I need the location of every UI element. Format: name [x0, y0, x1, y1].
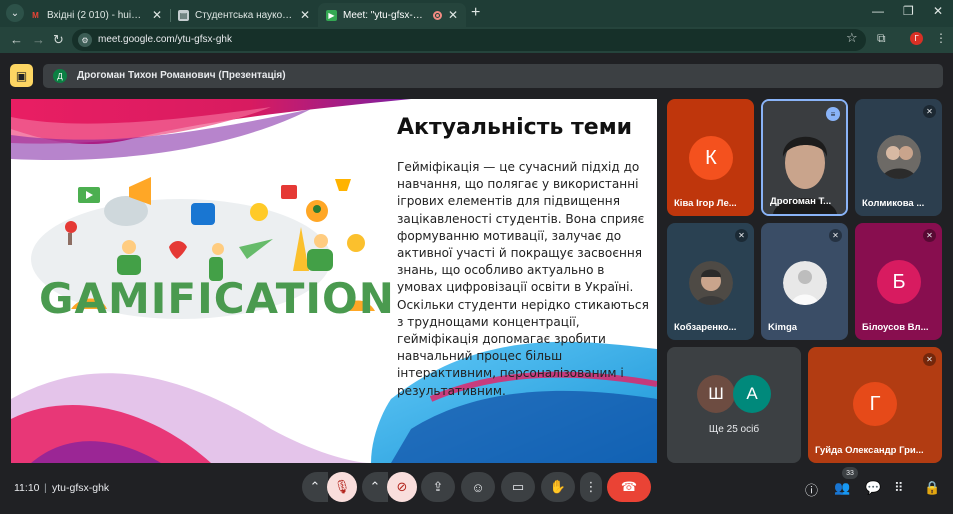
- participant-tile[interactable]: ✕ Kimga: [761, 223, 848, 340]
- people-icon[interactable]: 👥: [834, 480, 850, 496]
- self-avatar: Г: [853, 382, 897, 426]
- meet-icon: ▶: [326, 9, 337, 21]
- chat-icon[interactable]: 💬: [865, 480, 881, 496]
- people-count-badge: 33: [842, 467, 858, 479]
- meeting-info-icon[interactable]: ⓘ: [805, 480, 818, 499]
- participant-name: Ківа Ігор Ле...: [674, 198, 737, 209]
- audio-options-button[interactable]: ⌃: [302, 472, 328, 502]
- participant-tile[interactable]: ✕ Кобзаренко...: [667, 223, 754, 340]
- gamification-word: GAMIFICATION: [39, 274, 395, 323]
- new-tab-icon[interactable]: +: [471, 4, 480, 22]
- tab-title: Студентська наукова конфере: [195, 9, 294, 21]
- participant-photo: [689, 261, 733, 305]
- presentation-icon[interactable]: ▣: [10, 64, 33, 87]
- muted-mic-icon: ✕: [923, 229, 936, 242]
- others-count-label: Ще 25 осіб: [708, 424, 760, 435]
- chevron-up-icon: ⌃: [309, 479, 321, 494]
- profile-avatar[interactable]: Г: [910, 32, 923, 45]
- present-screen-icon: ⇪: [432, 479, 444, 494]
- host-controls-icon[interactable]: 🔒: [924, 480, 940, 496]
- restore-icon[interactable]: ❐: [903, 4, 914, 18]
- presentation-slide: GAMIFICATION Актуальність теми Гейміфіка…: [11, 99, 657, 463]
- slide-body-text: Гейміфікація — це сучасний підхід до нав…: [397, 160, 649, 398]
- reload-icon[interactable]: ↻: [53, 32, 64, 48]
- emoji-icon: ☺: [471, 479, 485, 495]
- tab-title: Вхідні (2 010) - huida.oleksandr: [47, 9, 146, 21]
- close-tab-icon[interactable]: ✕: [448, 8, 458, 22]
- browser-tab-strip: ⌄ M Вхідні (2 010) - huida.oleksandr ✕ ▤…: [0, 0, 953, 27]
- captions-button[interactable]: ▭: [501, 472, 535, 502]
- leave-call-button[interactable]: ☎: [607, 472, 651, 502]
- more-vert-icon: ⋮: [584, 479, 598, 494]
- other-participant-avatar: А: [733, 375, 771, 413]
- muted-mic-icon: ✕: [829, 229, 842, 242]
- camera-off-icon: ⊘: [396, 479, 408, 494]
- self-tile[interactable]: Г ✕ Гуйда Олександр Гри...: [808, 347, 942, 463]
- bookmark-star-icon[interactable]: ☆: [846, 30, 858, 46]
- back-icon[interactable]: ←: [10, 32, 23, 47]
- divider: |: [44, 482, 47, 494]
- participant-tile[interactable]: ✕ Колмикова ...: [855, 99, 942, 216]
- participant-avatar: К: [689, 136, 733, 180]
- muted-mic-icon: ✕: [923, 353, 936, 366]
- chevron-up-icon: ⌃: [369, 479, 381, 494]
- more-options-button[interactable]: ⋮: [580, 472, 602, 502]
- minimize-icon[interactable]: —: [872, 4, 884, 18]
- camera-toggle-button[interactable]: ⊘: [387, 472, 417, 502]
- site-info-icon[interactable]: ⚙: [78, 33, 92, 47]
- video-options-button[interactable]: ⌃: [362, 472, 388, 502]
- present-button[interactable]: ⇪: [421, 472, 455, 502]
- forward-icon[interactable]: →: [32, 32, 45, 47]
- raise-hand-button[interactable]: ✋: [541, 472, 575, 502]
- browser-toolbar: ← → ↻ ⚙ meet.google.com/ytu-gfsx-ghk: [0, 27, 953, 53]
- presenter-avatar: Д: [53, 69, 67, 83]
- participant-tile[interactable]: К Ківа Ігор Ле...: [667, 99, 754, 216]
- participant-tile-speaking[interactable]: ≡ Дрогоман Т...: [761, 99, 848, 216]
- participant-name: Колмикова ...: [862, 198, 925, 209]
- extensions-icon[interactable]: ⧉: [877, 31, 886, 46]
- hang-up-icon: ☎: [620, 479, 638, 494]
- mic-toggle-button[interactable]: 🎙: [327, 472, 357, 502]
- participant-tile[interactable]: Б ✕ Білоусов Вл...: [855, 223, 942, 340]
- activities-icon[interactable]: ⠿: [894, 480, 904, 496]
- participant-name: Кобзаренко...: [674, 322, 737, 333]
- other-participant-avatar: Ш: [697, 375, 735, 413]
- mic-off-icon: 🎙: [333, 479, 351, 494]
- tab-title: Meet: "ytu-gfsx-ghk": [343, 9, 427, 21]
- participant-avatar: Б: [877, 260, 921, 304]
- participant-name: Дрогоман Т...: [770, 196, 832, 207]
- presenter-label: Дрогоман Тихон Романович (Презентація): [77, 70, 286, 81]
- gmail-icon: M: [32, 10, 39, 20]
- close-tab-icon[interactable]: ✕: [152, 8, 162, 22]
- presenter-bar: Д Дрогоман Тихон Романович (Презентація): [43, 64, 943, 88]
- speaking-indicator-icon: ≡: [826, 107, 840, 121]
- close-tab-icon[interactable]: ✕: [300, 8, 310, 22]
- browser-menu-icon[interactable]: ⋮: [935, 31, 947, 45]
- captions-icon: ▭: [511, 479, 525, 494]
- address-bar[interactable]: ⚙ meet.google.com/ytu-gfsx-ghk: [72, 29, 866, 51]
- muted-mic-icon: ✕: [735, 229, 748, 242]
- participant-photo: [783, 261, 827, 305]
- recording-icon: [432, 10, 442, 20]
- others-tile[interactable]: Ш А Ще 25 осіб: [667, 347, 801, 463]
- doc-icon: ▤: [178, 9, 189, 21]
- reactions-button[interactable]: ☺: [461, 472, 495, 502]
- tab-gmail[interactable]: M Вхідні (2 010) - huida.oleksandr ✕: [22, 3, 170, 27]
- participant-name: Білоусов Вл...: [862, 322, 929, 333]
- participant-photo: [877, 135, 921, 179]
- close-window-icon[interactable]: ✕: [933, 4, 943, 18]
- muted-mic-icon: ✕: [923, 105, 936, 118]
- tab-conference[interactable]: ▤ Студентська наукова конфере ✕: [170, 3, 318, 27]
- tab-meet[interactable]: ▶ Meet: "ytu-gfsx-ghk" ✕: [318, 3, 466, 27]
- meeting-clock: 11:10: [14, 482, 40, 494]
- url-text: meet.google.com/ytu-gfsx-ghk: [98, 34, 232, 45]
- self-name: Гуйда Олександр Гри...: [815, 445, 924, 456]
- slide-title: Актуальність теми: [397, 115, 633, 140]
- hand-icon: ✋: [549, 479, 567, 494]
- meeting-code: ytu-gfsx-ghk: [52, 482, 110, 494]
- participant-name: Kimga: [768, 322, 798, 333]
